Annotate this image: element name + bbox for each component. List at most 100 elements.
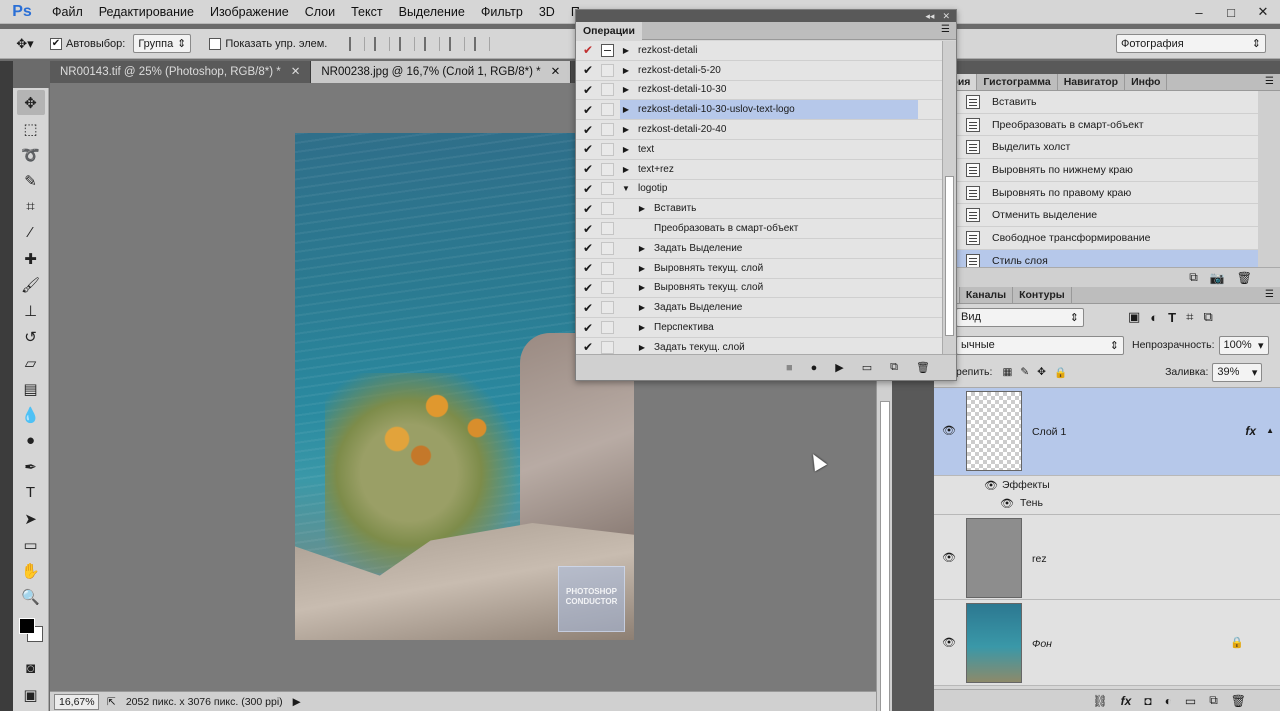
- align-left-icon[interactable]: [424, 36, 441, 51]
- collapsed-arrow-icon[interactable]: ▶: [620, 66, 632, 75]
- action-label-area[interactable]: ▶ rezkost-detali-20-40: [620, 120, 918, 139]
- show-transform-checkbox[interactable]: Показать упр. элем.: [209, 37, 327, 50]
- action-row[interactable]: ✔ ▶ rezkost-detali-10-30-uslov-text-logo: [576, 100, 942, 121]
- zoom-tool-icon[interactable]: 🔍: [17, 584, 45, 609]
- toggle-dialog-icon[interactable]: [601, 321, 614, 335]
- collapsed-arrow-icon[interactable]: ▶: [636, 323, 648, 332]
- trash-icon[interactable]: 🗑: [916, 361, 930, 374]
- eye-visibility-icon[interactable]: 👁: [942, 551, 956, 564]
- action-row[interactable]: ✔ ▶ rezkost-detali-20-40: [576, 120, 942, 140]
- scrollbar-thumb[interactable]: [945, 176, 954, 336]
- action-row[interactable]: ✔ ▶ rezkost-detali-5-20: [576, 61, 942, 81]
- history-scrollbar[interactable]: [1258, 91, 1280, 267]
- quick-select-tool-icon[interactable]: ✎: [17, 168, 45, 193]
- trash-icon[interactable]: 🗑: [1231, 694, 1246, 708]
- collapsed-arrow-icon[interactable]: ▶: [636, 264, 648, 273]
- action-label-area[interactable]: ▶ Вставить: [620, 199, 918, 218]
- play-icon[interactable]: ▶: [835, 361, 843, 374]
- history-state-row[interactable]: Отменить выделение: [934, 204, 1258, 228]
- menu-item[interactable]: Редактирование: [91, 0, 202, 24]
- collapsed-arrow-icon[interactable]: ▶: [636, 204, 648, 213]
- add-style-fx-icon[interactable]: fx: [1121, 694, 1132, 708]
- effect-eye-icon[interactable]: 👁: [1000, 497, 1014, 510]
- dodge-tool-icon[interactable]: ●: [17, 428, 45, 453]
- collapsed-arrow-icon[interactable]: ▶: [636, 343, 648, 352]
- filter-adjustment-icon[interactable]: ◐: [1150, 310, 1158, 325]
- marquee-tool-icon[interactable]: ⬚: [17, 116, 45, 141]
- action-row[interactable]: ✔ ▶ text+rez: [576, 160, 942, 180]
- close-panel-icon[interactable]: ✕: [942, 11, 950, 22]
- action-row[interactable]: ✔ ▼ logotip: [576, 180, 942, 200]
- new-layer-icon[interactable]: ⧉: [1209, 693, 1218, 708]
- collapsed-arrow-icon[interactable]: ▶: [620, 125, 632, 134]
- action-step-row[interactable]: ✔ ▶ Задать Выделение: [576, 298, 942, 319]
- toggle-dialog-icon[interactable]: [601, 340, 614, 354]
- menu-item[interactable]: Фильтр: [473, 0, 531, 24]
- brush-tool-icon[interactable]: 🖌: [17, 272, 45, 297]
- collapsed-arrow-icon[interactable]: ▶: [636, 283, 648, 292]
- shape-tool-icon[interactable]: ▭: [17, 532, 45, 557]
- toggle-item-checkmark-icon[interactable]: ✔: [582, 222, 594, 236]
- history-state-row[interactable]: Вставить: [934, 91, 1258, 114]
- toggle-item-checkmark-icon[interactable]: ✔: [582, 301, 594, 315]
- clone-stamp-tool-icon[interactable]: ⊥: [17, 298, 45, 323]
- eraser-tool-icon[interactable]: ▱: [17, 350, 45, 375]
- record-icon[interactable]: ●: [811, 362, 818, 374]
- toggle-dialog-icon[interactable]: [601, 142, 614, 156]
- align-vcenter-icon[interactable]: [374, 36, 391, 51]
- menu-item[interactable]: Текст: [343, 0, 390, 24]
- action-label-area[interactable]: ▶ rezkost-detali: [620, 41, 918, 60]
- filter-smart-object-icon[interactable]: ⧉: [1203, 309, 1212, 325]
- collapsed-arrow-icon[interactable]: ▶: [620, 145, 632, 154]
- action-label-area[interactable]: ▶ rezkost-detali-10-30-uslov-text-logo: [620, 100, 918, 120]
- crop-tool-icon[interactable]: ⌗: [17, 194, 45, 219]
- toggle-dialog-icon[interactable]: [601, 43, 614, 57]
- actions-scrollbar[interactable]: [942, 41, 956, 355]
- lasso-tool-icon[interactable]: ➰: [17, 142, 45, 167]
- action-label-area[interactable]: ▶ Задать текущ. слой: [620, 338, 918, 355]
- menu-item[interactable]: Слои: [297, 0, 343, 24]
- align-hcenter-icon[interactable]: [449, 36, 466, 51]
- collapsed-arrow-icon[interactable]: ▶: [620, 165, 632, 174]
- path-select-tool-icon[interactable]: ➤: [17, 506, 45, 531]
- tab-navigator[interactable]: Навигатор: [1057, 74, 1126, 90]
- action-step-row[interactable]: ✔ ▶ Задать текущ. слой: [576, 338, 942, 355]
- collapsed-arrow-icon[interactable]: ▶: [620, 85, 632, 94]
- layer-filter-select[interactable]: Вид ⇕: [956, 307, 1084, 327]
- layer-row-rez[interactable]: 👁 rez: [934, 514, 1280, 600]
- align-top-icon[interactable]: [349, 36, 366, 51]
- history-state-row[interactable]: Преобразовать в смарт-объект: [934, 114, 1258, 137]
- scrollbar-thumb[interactable]: [880, 401, 890, 711]
- close-tab-icon[interactable]: ✕: [551, 66, 561, 78]
- doc-tab-1[interactable]: NR00143.tif @ 25% (Photoshop, RGB/8*) * ✕: [50, 61, 312, 83]
- toggle-dialog-icon[interactable]: [601, 83, 614, 97]
- layer-row-background[interactable]: 👁 Фон 🔒: [934, 600, 1280, 686]
- action-label-area[interactable]: Преобразовать в смарт-объект: [620, 219, 918, 238]
- toggle-dialog-icon[interactable]: [601, 202, 614, 216]
- collapsed-arrow-icon[interactable]: ▶: [620, 105, 632, 114]
- toggle-dialog-icon[interactable]: [601, 123, 614, 137]
- tab-paths[interactable]: Контуры: [1013, 287, 1072, 303]
- action-step-row[interactable]: ✔ ▶ Выровнять текущ. слой: [576, 279, 942, 299]
- toggle-item-checkmark-icon[interactable]: ✔: [582, 43, 594, 57]
- panel-menu-icon[interactable]: ☰: [941, 24, 950, 35]
- tab-histogram[interactable]: Гистограмма: [977, 74, 1058, 90]
- pen-tool-icon[interactable]: ✒: [17, 454, 45, 479]
- toggle-dialog-icon[interactable]: [601, 301, 614, 315]
- toggle-item-checkmark-icon[interactable]: ✔: [582, 202, 594, 216]
- toggle-item-checkmark-icon[interactable]: ✔: [582, 340, 594, 354]
- toggle-dialog-icon[interactable]: [601, 182, 614, 196]
- menu-item[interactable]: Изображение: [202, 0, 297, 24]
- workspace-select[interactable]: Фотография ⇕: [1116, 34, 1266, 53]
- fx-icon[interactable]: fx: [1245, 424, 1256, 438]
- zoom-field[interactable]: 16,67%: [54, 693, 99, 710]
- action-row[interactable]: ✔ ▶ text: [576, 140, 942, 160]
- auto-select-checkbox[interactable]: ✔ Автовыбор:: [50, 37, 125, 50]
- toggle-item-checkmark-icon[interactable]: ✔: [582, 83, 594, 97]
- action-label-area[interactable]: ▶ text+rez: [620, 160, 918, 179]
- eye-visibility-icon[interactable]: 👁: [942, 424, 956, 437]
- align-bottom-icon[interactable]: [399, 36, 416, 51]
- menu-item[interactable]: Выделение: [391, 0, 473, 24]
- tab-actions[interactable]: Операции: [576, 22, 642, 40]
- new-document-from-state-icon[interactable]: ⧉: [1189, 270, 1198, 285]
